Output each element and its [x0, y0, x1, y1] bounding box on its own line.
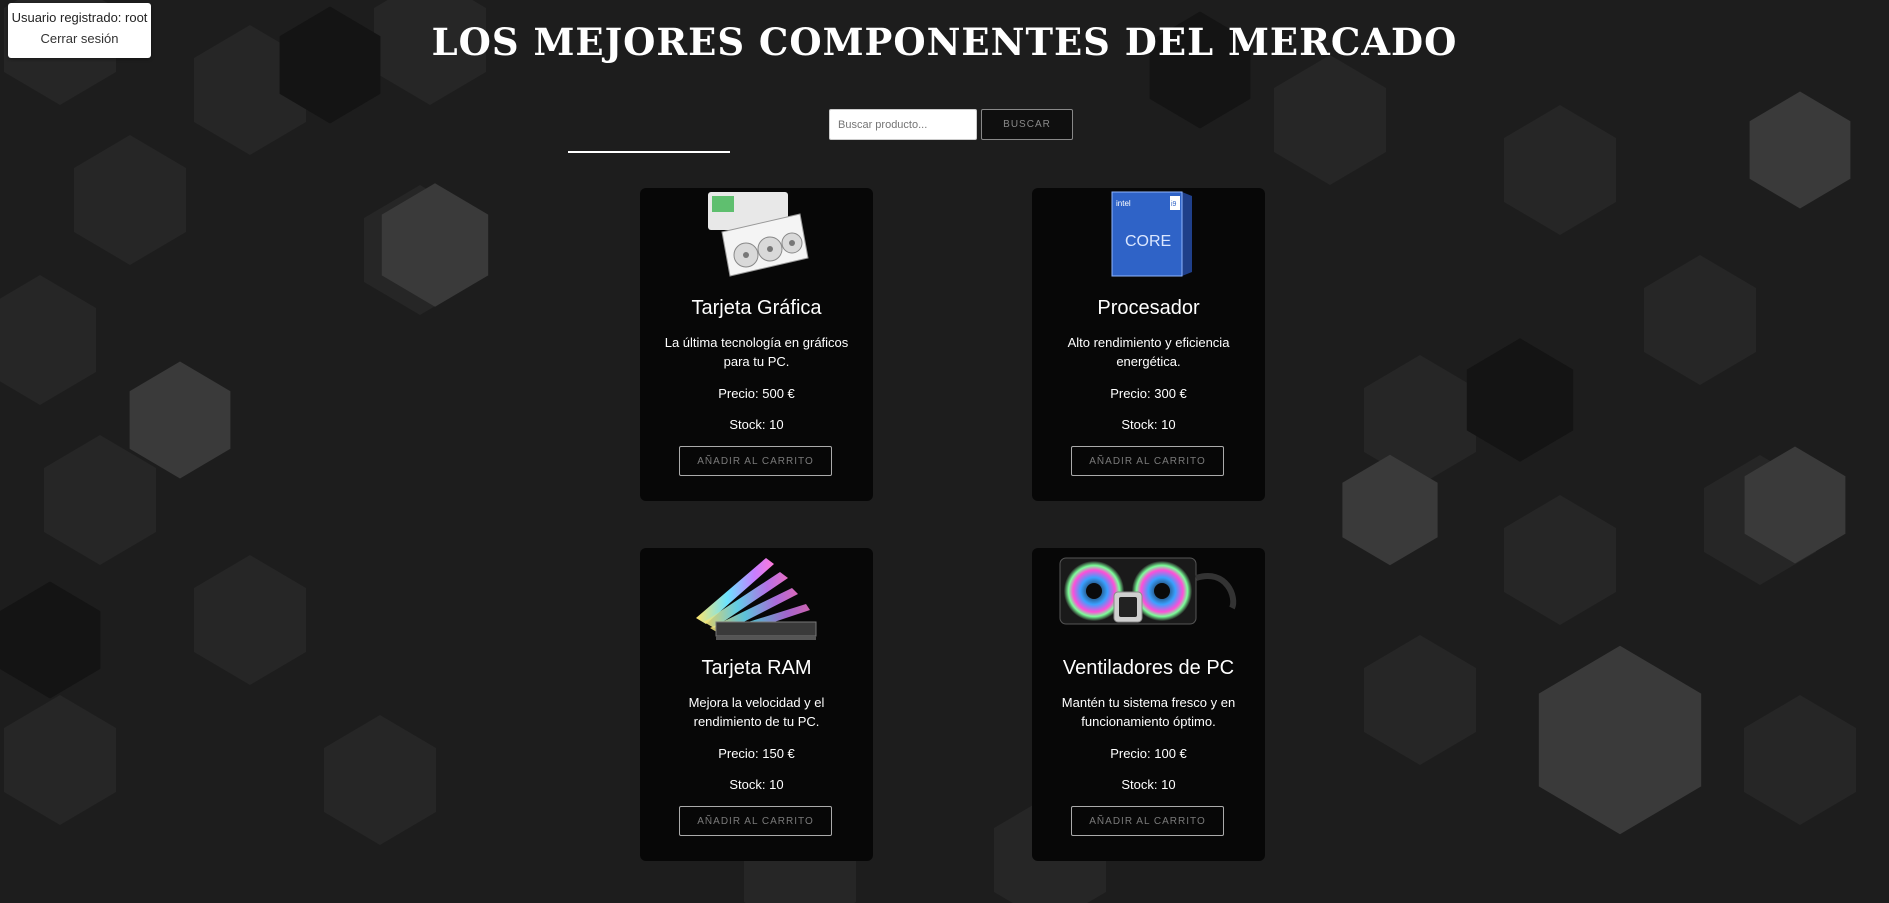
- product-card: Tarjeta RAM Mejora la velocidad y el ren…: [640, 548, 873, 861]
- processor-brand-text: intel: [1116, 199, 1131, 208]
- product-stock: Stock: 10: [1121, 777, 1176, 792]
- product-stock: Stock: 10: [729, 777, 784, 792]
- product-price: Precio: 500 €: [718, 386, 795, 401]
- product-name: Ventiladores de PC: [1062, 657, 1235, 679]
- product-name: Procesador: [1097, 297, 1200, 319]
- processor-box-icon: intel CORE i9: [1111, 191, 1192, 277]
- page-title: LOS MEJORES COMPONENTES DEL MERCADO: [431, 20, 1458, 64]
- product-name: Tarjeta Gráfica: [691, 297, 822, 319]
- product-price: Precio: 100 €: [1110, 746, 1187, 761]
- product-price: Precio: 150 €: [718, 746, 795, 761]
- product-stock: Stock: 10: [729, 417, 784, 432]
- search-input[interactable]: [829, 109, 977, 140]
- product-image: intel CORE i9: [1032, 188, 1265, 283]
- product-card: Ventiladores de PC Mantén tu sistema fre…: [1032, 548, 1265, 861]
- add-to-cart-button[interactable]: AÑADIR AL CARRITO: [1071, 446, 1224, 476]
- product-image: [1032, 548, 1265, 643]
- add-to-cart-button[interactable]: AÑADIR AL CARRITO: [679, 806, 832, 836]
- product-description: Mejora la velocidad y el rendimiento de …: [688, 695, 825, 729]
- product-description: Mantén tu sistema fresco y en funcionami…: [1061, 695, 1236, 729]
- product-description: La última tecnología en gráficos para tu…: [664, 335, 849, 369]
- liquid-cooler-fans-icon: [1059, 557, 1237, 625]
- product-price: Precio: 300 €: [1110, 386, 1187, 401]
- search-button[interactable]: BUSCAR: [981, 109, 1073, 140]
- product-image: [640, 188, 873, 283]
- graphics-card-icon: [708, 192, 809, 277]
- ram-modules-icon: [696, 558, 817, 640]
- product-description: Alto rendimiento y eficiencia energética…: [1067, 335, 1230, 369]
- add-to-cart-button[interactable]: AÑADIR AL CARRITO: [1071, 806, 1224, 836]
- product-card: Tarjeta Gráfica La última tecnología en …: [640, 188, 873, 501]
- product-stock: Stock: 10: [1121, 417, 1176, 432]
- title-divider: [568, 151, 730, 153]
- product-image: [640, 548, 873, 643]
- processor-series-text: CORE: [1125, 233, 1171, 250]
- processor-tier-text: i9: [1171, 201, 1177, 208]
- product-card: intel CORE i9 Procesador Alto rendimient…: [1032, 188, 1265, 501]
- add-to-cart-button[interactable]: AÑADIR AL CARRITO: [679, 446, 832, 476]
- product-name: Tarjeta RAM: [701, 657, 812, 679]
